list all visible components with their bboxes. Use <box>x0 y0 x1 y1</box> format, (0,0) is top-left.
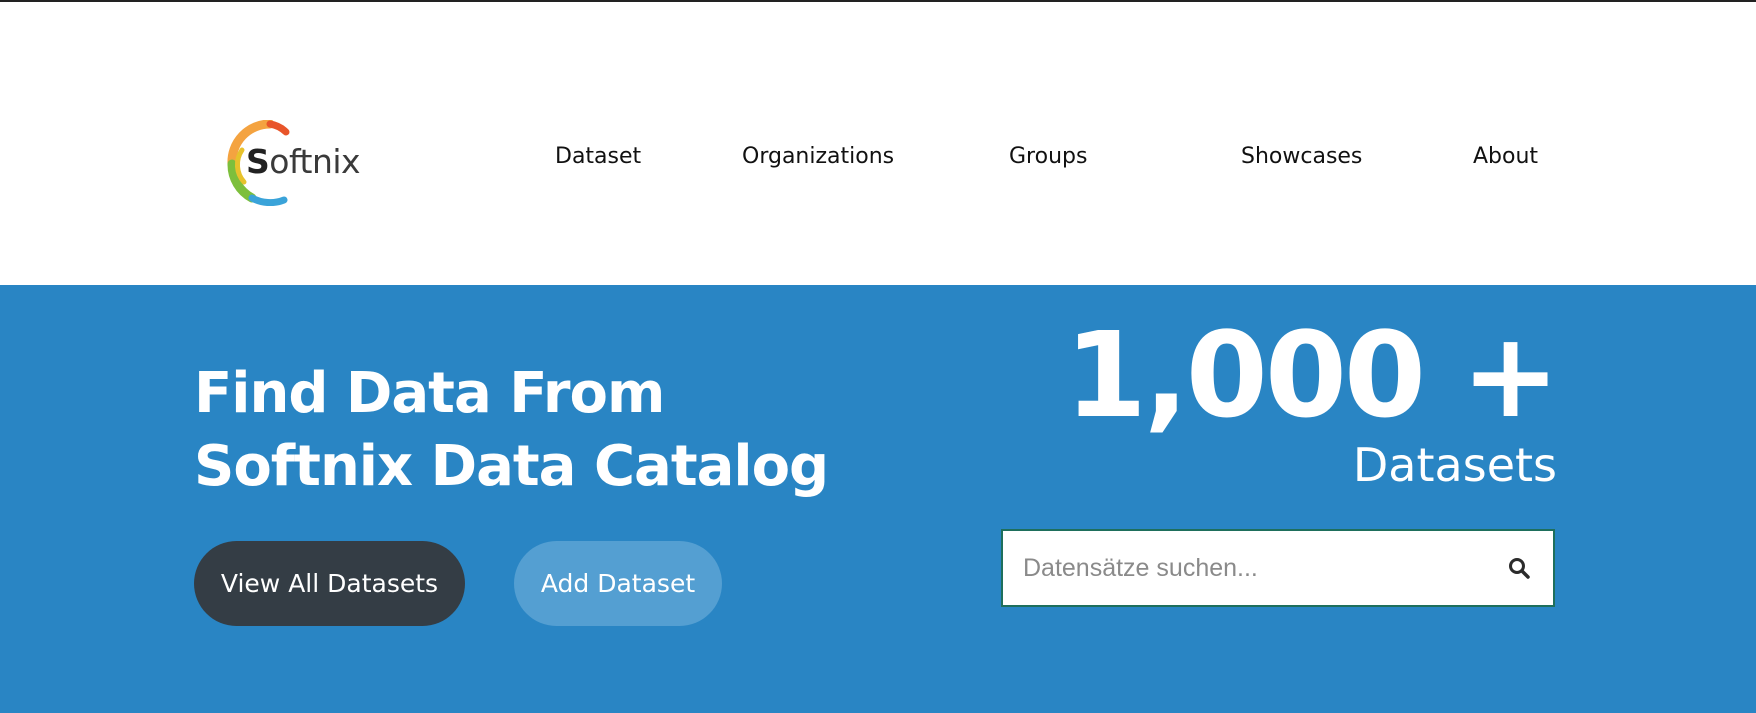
search-button[interactable] <box>1499 548 1539 588</box>
hero-title-line1: Find Data From <box>194 361 665 426</box>
site-logo[interactable]: Softnix <box>222 120 362 206</box>
nav-showcases[interactable]: Showcases <box>1241 144 1362 169</box>
hero-title: Find Data From Softnix Data Catalog <box>194 357 829 503</box>
nav-groups[interactable]: Groups <box>1009 144 1087 169</box>
search-input[interactable] <box>1003 531 1483 605</box>
logo-wordmark: Softnix <box>246 142 361 181</box>
nav-about[interactable]: About <box>1473 144 1538 169</box>
add-dataset-button[interactable]: Add Dataset <box>514 541 722 626</box>
search-icon <box>1509 558 1530 579</box>
hero-title-line2: Softnix Data Catalog <box>194 434 829 499</box>
search-box <box>1001 529 1555 607</box>
dataset-count: 1,000 + <box>1064 306 1560 444</box>
nav-organizations[interactable]: Organizations <box>742 144 894 169</box>
nav-dataset[interactable]: Dataset <box>555 144 641 169</box>
hero-banner: Find Data From Softnix Data Catalog View … <box>0 285 1756 713</box>
site-header: Softnix Dataset Organizations Groups Sho… <box>0 2 1756 285</box>
dataset-count-label: Datasets <box>1352 438 1557 492</box>
view-all-datasets-button[interactable]: View All Datasets <box>194 541 465 626</box>
